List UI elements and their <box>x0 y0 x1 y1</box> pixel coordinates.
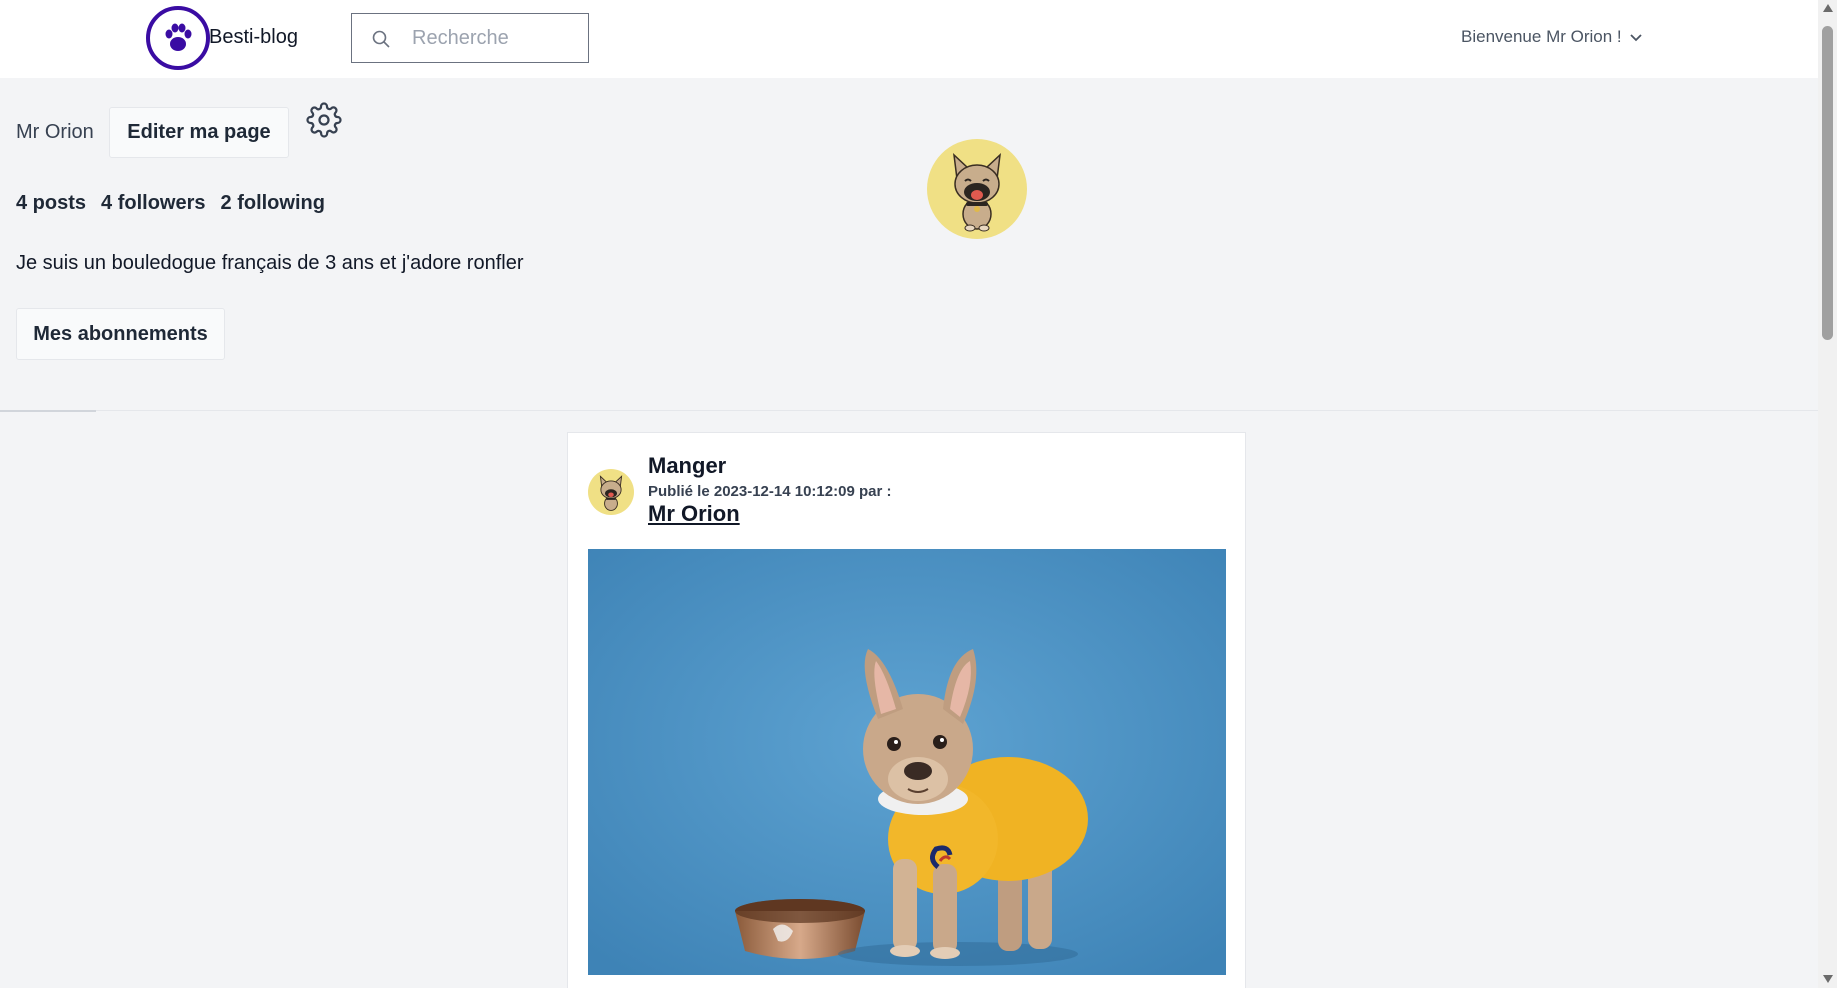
post-image <box>588 549 1226 975</box>
section-divider <box>0 410 1818 411</box>
search-box[interactable] <box>351 13 589 63</box>
gear-icon[interactable] <box>306 102 342 143</box>
subscriptions-button[interactable]: Mes abonnements <box>16 308 225 360</box>
followers-count[interactable]: 4 followers <box>101 192 205 215</box>
profile-stats: 4 posts 4 followers 2 following <box>16 192 325 215</box>
paw-icon[interactable] <box>146 6 210 70</box>
welcome-text: Bienvenue Mr Orion ! <box>1461 27 1622 46</box>
scroll-up-arrow[interactable] <box>1823 4 1833 12</box>
post-author-link[interactable]: Mr Orion <box>648 501 740 527</box>
divider-accent <box>0 410 96 412</box>
brand-name[interactable]: Besti-blog <box>209 26 298 49</box>
edit-page-button[interactable]: Editer ma page <box>109 107 289 158</box>
profile-bio: Je suis un bouledogue français de 3 ans … <box>16 252 524 274</box>
post-meta: Publié le 2023-12-14 10:12:09 par : <box>648 483 892 500</box>
avatar <box>927 139 1027 239</box>
scroll-down-arrow[interactable] <box>1823 975 1833 983</box>
post-author-avatar[interactable] <box>588 469 634 515</box>
search-icon <box>371 29 391 54</box>
profile-name: Mr Orion <box>16 121 94 143</box>
posts-count[interactable]: 4 posts <box>16 192 86 215</box>
top-navbar: Besti-blog Bienvenue Mr Orion ! <box>0 0 1818 78</box>
post-card: Manger Publié le 2023-12-14 10:12:09 par… <box>567 432 1246 988</box>
chevron-down-icon <box>1630 27 1642 47</box>
post-title: Manger <box>648 453 727 478</box>
following-count[interactable]: 2 following <box>221 192 325 215</box>
user-menu[interactable]: Bienvenue Mr Orion ! <box>1461 27 1642 47</box>
scroll-thumb[interactable] <box>1822 26 1833 340</box>
search-input[interactable] <box>412 23 582 53</box>
page-scrollbar[interactable] <box>1818 0 1837 988</box>
